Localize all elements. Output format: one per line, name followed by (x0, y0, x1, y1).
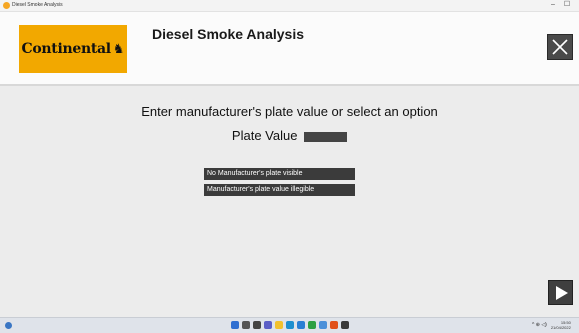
chat-icon[interactable] (264, 321, 272, 329)
taskbar: ^ ⊕ ◁) 15:50 21/04/2022 (0, 317, 579, 333)
taskbar-apps (231, 321, 349, 329)
search-icon[interactable] (242, 321, 250, 329)
terminal-icon[interactable] (341, 321, 349, 329)
edge-icon[interactable] (286, 321, 294, 329)
instruction-text: Enter manufacturer's plate value or sele… (141, 104, 438, 119)
clock[interactable]: 15:50 21/04/2022 (551, 320, 571, 330)
window-titlebar: Diesel Smoke Analysis – ☐ (0, 0, 579, 12)
next-button[interactable] (548, 280, 573, 305)
continental-logo: Continental ♞ (19, 25, 127, 73)
plate-value-input[interactable] (304, 131, 348, 142)
page-title: Diesel Smoke Analysis (152, 26, 305, 42)
plate-illegible-button[interactable]: Manufacturer's plate value illegible (204, 184, 355, 196)
app-window: Continental ♞ Diesel Smoke Analysis Ente… (0, 12, 579, 317)
close-icon (552, 39, 568, 55)
plate-value-label: Plate Value (231, 128, 298, 143)
system-tray: ^ ⊕ ◁) 15:50 21/04/2022 (532, 320, 571, 330)
play-icon (555, 285, 568, 300)
maximize-button[interactable]: ☐ (560, 0, 574, 11)
header-divider (0, 84, 579, 86)
logo-text: Continental (21, 41, 112, 57)
app-icon[interactable] (330, 321, 338, 329)
tray-icons[interactable]: ^ ⊕ ◁) (532, 322, 547, 328)
task-view-icon[interactable] (253, 321, 261, 329)
window-title: Diesel Smoke Analysis (12, 2, 63, 8)
chrome-icon[interactable] (308, 321, 316, 329)
no-plate-visible-button[interactable]: No Manufacturer's plate visible (204, 168, 355, 180)
clock-date: 21/04/2022 (550, 325, 571, 330)
widgets-icon[interactable] (5, 322, 12, 329)
settings-icon[interactable] (319, 321, 327, 329)
app-icon (3, 2, 10, 9)
start-icon[interactable] (231, 321, 239, 329)
horse-icon: ♞ (112, 41, 125, 57)
close-button[interactable] (547, 34, 573, 60)
explorer-icon[interactable] (275, 321, 283, 329)
plate-value-row: Plate Value (0, 128, 579, 143)
store-icon[interactable] (297, 321, 305, 329)
minimize-button[interactable]: – (546, 0, 560, 11)
header: Continental ♞ Diesel Smoke Analysis (0, 12, 579, 84)
